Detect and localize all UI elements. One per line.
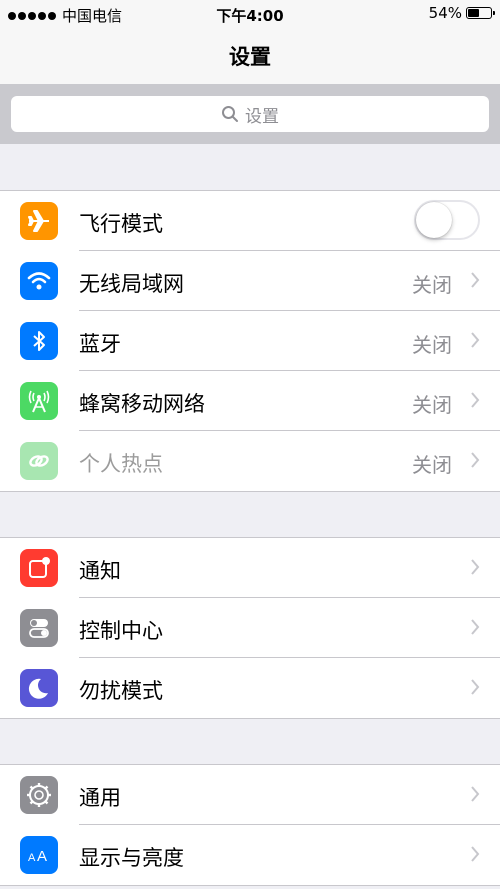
row-label: 个人热点	[79, 452, 163, 476]
svg-text:A: A	[28, 852, 36, 864]
status-right: 54%	[428, 4, 495, 22]
status-bar: 中国电信 下午4:00 54%	[0, 0, 500, 30]
status-time: 下午4:00	[216, 7, 284, 25]
row-do-not-disturb[interactable]: 勿扰模式	[0, 658, 500, 718]
row-label: 通知	[79, 559, 121, 583]
page-title: 设置	[229, 45, 271, 69]
cellular-icon	[20, 382, 58, 420]
row-airplane-mode[interactable]: 飞行模式	[0, 191, 500, 251]
hotspot-icon	[20, 442, 58, 480]
row-general[interactable]: 通用	[0, 765, 500, 825]
row-label: 显示与亮度	[79, 846, 184, 870]
chevron-right-icon	[471, 452, 480, 468]
row-label: 控制中心	[79, 619, 163, 643]
airplane-mode-toggle[interactable]	[414, 200, 480, 240]
search-input[interactable]: 设置	[11, 96, 489, 132]
row-value: 关闭	[412, 273, 452, 297]
row-label: 蜂窝移动网络	[79, 392, 205, 416]
row-label: 飞行模式	[79, 212, 163, 236]
search-icon	[222, 106, 238, 122]
chevron-right-icon	[471, 392, 480, 408]
row-label: 无线局域网	[79, 272, 184, 296]
row-cellular[interactable]: 蜂窝移动网络 关闭	[0, 371, 500, 431]
battery-percent: 54%	[428, 4, 462, 22]
row-value: 关闭	[412, 333, 452, 357]
search-bar: 设置	[0, 84, 500, 144]
gear-icon	[20, 776, 58, 814]
row-control-center[interactable]: 控制中心	[0, 598, 500, 658]
row-bluetooth[interactable]: 蓝牙 关闭	[0, 311, 500, 371]
nav-bar: 设置	[0, 30, 500, 84]
row-wifi[interactable]: 无线局域网 关闭	[0, 251, 500, 311]
chevron-right-icon	[471, 559, 480, 575]
chevron-right-icon	[471, 679, 480, 695]
display-brightness-icon: A A	[20, 836, 58, 874]
row-personal-hotspot[interactable]: 个人热点 关闭	[0, 431, 500, 491]
row-notifications[interactable]: 通知	[0, 538, 500, 598]
bluetooth-icon	[20, 322, 58, 360]
row-value: 关闭	[412, 393, 452, 417]
row-label: 勿扰模式	[79, 679, 163, 703]
search-placeholder: 设置	[245, 106, 279, 127]
chevron-right-icon	[471, 332, 480, 348]
notifications-icon	[20, 549, 58, 587]
moon-icon	[20, 669, 58, 707]
row-label: 蓝牙	[79, 332, 121, 356]
settings-group-general: 通用 A A 显示与亮度	[0, 764, 500, 886]
svg-text:A: A	[37, 848, 47, 865]
control-center-icon	[20, 609, 58, 647]
settings-group-notifications: 通知 控制中心 勿扰模式	[0, 537, 500, 719]
row-value: 关闭	[412, 453, 452, 477]
battery-icon	[466, 7, 495, 19]
chevron-right-icon	[471, 619, 480, 635]
chevron-right-icon	[471, 786, 480, 802]
row-display-brightness[interactable]: A A 显示与亮度	[0, 825, 500, 885]
settings-group-connectivity: 飞行模式 无线局域网 关闭 蓝牙 关闭 蜂窝移动网络 关闭 个人热点 关闭	[0, 190, 500, 492]
row-label: 通用	[79, 786, 121, 810]
airplane-icon	[20, 202, 58, 240]
chevron-right-icon	[471, 272, 480, 288]
wifi-icon	[20, 262, 58, 300]
chevron-right-icon	[471, 846, 480, 862]
